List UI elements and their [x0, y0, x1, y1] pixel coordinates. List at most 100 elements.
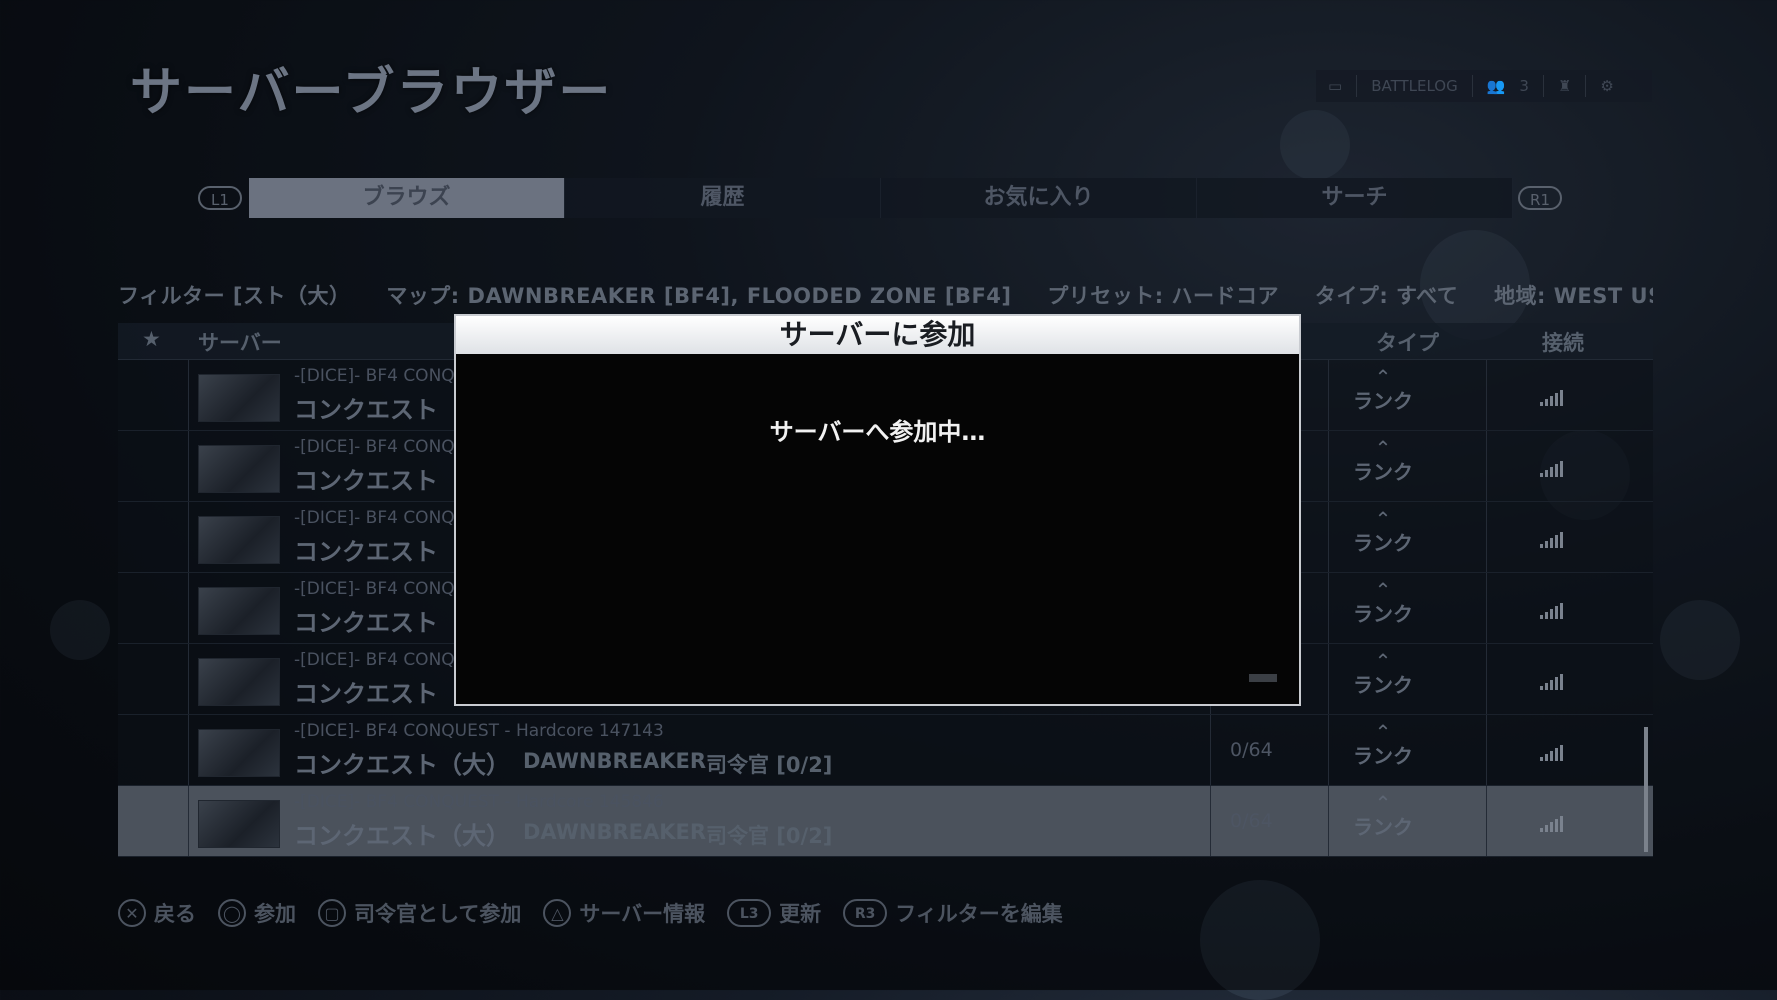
- button-prompt-label: 司令官として参加: [354, 902, 522, 926]
- signal-icon: [1540, 603, 1563, 619]
- button-prompt[interactable]: R3 フィルターを編集: [843, 898, 1063, 928]
- server-type-label: ランク: [1353, 389, 1413, 413]
- button-prompt-label: 戻る: [154, 902, 196, 926]
- signal-bar: [1560, 461, 1563, 477]
- divider: [1486, 715, 1487, 785]
- game-mode: コンクエスト（大）: [294, 751, 510, 779]
- tab-search[interactable]: サーチ: [1197, 178, 1513, 218]
- signal-bar: [1560, 603, 1563, 619]
- rank-icon: ⌃: [1374, 649, 1392, 673]
- button-prompt[interactable]: L3 更新: [727, 898, 821, 928]
- signal-bar: [1550, 609, 1553, 619]
- server-name: -[DICE]- BF4 CONQ: [294, 579, 455, 599]
- tab-favorites[interactable]: お気に入り: [881, 178, 1197, 218]
- game-mode: コンクエスト（: [294, 396, 462, 424]
- signal-bar: [1540, 757, 1543, 761]
- divider: [188, 786, 189, 856]
- divider: [1328, 573, 1329, 643]
- player-count: 0/64: [1230, 739, 1273, 761]
- server-name: -[DICE]- BF4 CONQ: [294, 650, 455, 670]
- signal-icon: [1540, 461, 1563, 477]
- button-prompt[interactable]: ▢ 司令官として参加: [318, 898, 521, 928]
- l1-button[interactable]: L1: [198, 186, 242, 210]
- signal-bar: [1550, 467, 1553, 477]
- controller-button-icon: △: [543, 899, 572, 927]
- rank-icon: ⌃: [1374, 791, 1392, 815]
- map-thumbnail: [198, 445, 280, 493]
- signal-bar: [1555, 677, 1558, 690]
- signal-bar: [1545, 683, 1548, 690]
- player-count: 0/64: [1230, 810, 1273, 832]
- server-type-label: ランク: [1353, 744, 1413, 768]
- r1-button[interactable]: R1: [1518, 186, 1562, 210]
- signal-bar: [1550, 751, 1553, 761]
- signal-bar: [1540, 402, 1543, 406]
- signal-bar: [1550, 538, 1553, 548]
- rank-icon: ⌃: [1374, 365, 1392, 389]
- signal-bar: [1555, 464, 1558, 477]
- divider: [1210, 786, 1211, 856]
- signal-bar: [1550, 396, 1553, 406]
- button-prompt-label: 参加: [254, 902, 296, 926]
- map-thumbnail: [198, 516, 280, 564]
- filter-prefix: フィルター [スト（大）: [118, 284, 351, 308]
- table-row[interactable]: -[DICE]- BF4 CONQUEST - Hardcore 147143 コ…: [118, 715, 1653, 786]
- signal-icon: [1540, 816, 1563, 832]
- page-title: サーバーブラウザー: [130, 63, 613, 123]
- button-prompt[interactable]: ◯ 参加: [218, 898, 296, 928]
- divider: [1486, 644, 1487, 714]
- tab-history[interactable]: 履歴: [565, 178, 881, 218]
- server-type-label: ランク: [1353, 531, 1413, 555]
- divider: [1486, 360, 1487, 430]
- controller-button-icon: L3: [727, 899, 772, 927]
- button-prompt-label: 更新: [779, 902, 822, 926]
- commander-slots: 司令官 [0/2]: [706, 824, 833, 848]
- table-row[interactable]: -[DICE]- BF4 CONQUEST - Hardcore 145846 コ…: [118, 786, 1653, 857]
- divider: [188, 431, 189, 501]
- map-thumbnail: [198, 658, 280, 706]
- dialog-title: サーバーに参加: [456, 316, 1299, 354]
- server-type: ⌃ ランク: [1338, 721, 1428, 769]
- server-type: ⌃ ランク: [1338, 508, 1428, 556]
- map-thumbnail: [198, 374, 280, 422]
- server-type: ⌃ ランク: [1338, 579, 1428, 627]
- server-name: -[DICE]- BF4 CONQ: [294, 366, 455, 386]
- signal-bar: [1545, 612, 1548, 619]
- battlelog-label: BATTLELOG: [1371, 77, 1458, 95]
- button-prompt[interactable]: ✕ 戻る: [118, 898, 196, 928]
- controller-button-icon: ◯: [218, 899, 246, 927]
- server-header: サーバー: [198, 331, 282, 355]
- divider: [1542, 75, 1544, 97]
- button-prompt-label: フィルターを編集: [895, 902, 1063, 926]
- game-mode: コンクエスト（: [294, 467, 462, 495]
- signal-bar: [1545, 399, 1548, 406]
- filter-type: タイプ: すべて: [1314, 284, 1459, 308]
- trophy-icon: ♜: [1557, 77, 1572, 95]
- commander-slots: 司令官 [0/2]: [706, 753, 833, 777]
- divider: [1486, 573, 1487, 643]
- game-mode: コンクエスト（: [294, 538, 462, 566]
- tab-browse[interactable]: ブラウズ: [249, 178, 565, 218]
- signal-bar: [1555, 535, 1558, 548]
- server-name: -[DICE]- BF4 CONQUEST - Hardcore 147143: [294, 721, 664, 741]
- server-type: ⌃ ランク: [1338, 650, 1428, 698]
- divider: [1471, 75, 1473, 97]
- divider: [1486, 786, 1487, 856]
- favorite-header: ★: [142, 327, 161, 351]
- button-prompt[interactable]: △ サーバー情報: [543, 898, 705, 928]
- browser-tabs: L1 ブラウズ 履歴 お気に入り サーチ R1: [198, 178, 1574, 218]
- divider: [188, 502, 189, 572]
- scrollbar[interactable]: [1644, 727, 1648, 852]
- signal-bar: [1545, 754, 1548, 761]
- signal-icon: [1540, 532, 1563, 548]
- signal-bar: [1545, 470, 1548, 477]
- controller-button-icon: ✕: [118, 899, 146, 927]
- signal-bar: [1550, 822, 1553, 832]
- signal-bar: [1555, 606, 1558, 619]
- game-mode: コンクエスト（: [294, 609, 462, 637]
- server-name: -[DICE]- BF4 CONQUEST - Hardcore 145846: [294, 792, 664, 812]
- background-bokeh: [1280, 110, 1350, 180]
- filter-summary: フィルター [スト（大） マップ: DAWNBREAKER [BF4], FLO…: [118, 280, 1653, 310]
- signal-bar: [1560, 390, 1563, 406]
- game-mode: コンクエスト（大）: [294, 822, 510, 850]
